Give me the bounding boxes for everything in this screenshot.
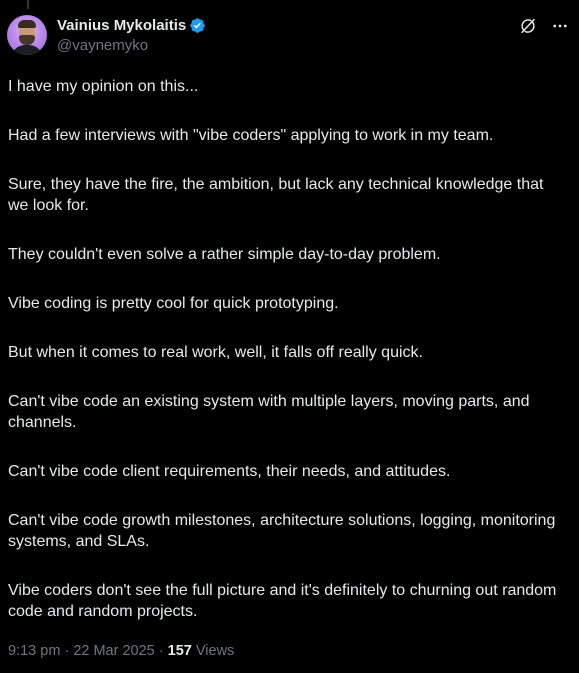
tweet-paragraph: But when it comes to real work, well, it…: [8, 344, 423, 361]
tweet-paragraph: Can't vibe code growth milestones, archi…: [8, 512, 556, 550]
author-handle[interactable]: @vaynemyko: [57, 36, 206, 55]
views-count[interactable]: 157: [168, 643, 192, 659]
avatar-hair: [18, 20, 36, 28]
tweet-date[interactable]: 22 Mar 2025: [73, 643, 154, 659]
avatar-beard: [19, 35, 35, 45]
author-display-name[interactable]: Vainius Mykolaitis: [57, 16, 186, 35]
avatar[interactable]: [7, 15, 47, 55]
author-name-row: Vainius Mykolaitis: [57, 16, 206, 35]
tweet-paragraph: Can't vibe code client requirements, the…: [8, 463, 451, 480]
tweet-paragraph: Had a few interviews with "vibe coders" …: [8, 127, 494, 144]
more-options-icon[interactable]: [551, 17, 569, 35]
tweet-time[interactable]: 9:13 pm: [8, 643, 60, 659]
author-block: Vainius Mykolaitis @vaynemyko: [57, 16, 206, 55]
verified-badge-icon[interactable]: [189, 17, 206, 34]
tweet-paragraph: They couldn't even solve a rather simple…: [8, 246, 441, 263]
tweet-paragraph: Sure, they have the fire, the ambition, …: [8, 176, 544, 214]
tweet-paragraph: I have my opinion on this...: [8, 78, 199, 95]
tweet-paragraph: Can't vibe code an existing system with …: [8, 393, 530, 431]
meta-separator: ·: [158, 643, 164, 659]
tweet-paragraph: Vibe coders don't see the full picture a…: [8, 582, 557, 620]
meta-separator: ·: [64, 643, 70, 659]
grok-icon[interactable]: [519, 17, 537, 35]
thread-connector-line: [27, 0, 29, 9]
views-label: Views: [195, 643, 235, 659]
tweet-top-actions: [519, 17, 569, 35]
tweet-meta: 9:13 pm · 22 Mar 2025 · 157 Views: [8, 642, 234, 660]
avatar-shirt: [11, 45, 43, 55]
tweet-text: I have my opinion on this... Had a few i…: [8, 76, 568, 650]
tweet-paragraph: Vibe coding is pretty cool for quick pro…: [8, 295, 339, 312]
